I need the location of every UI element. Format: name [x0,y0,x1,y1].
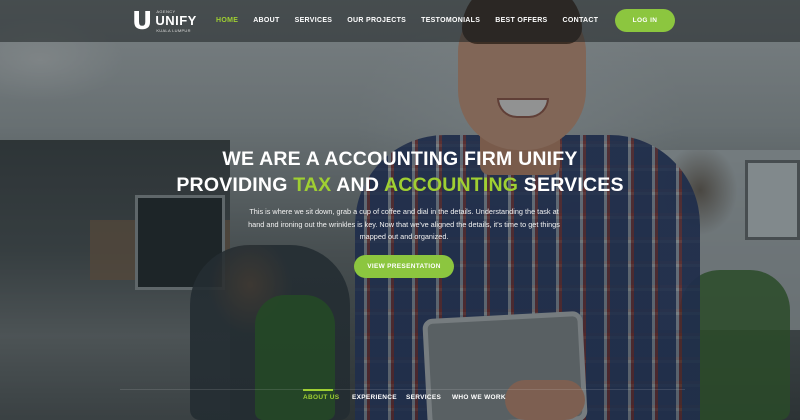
hero-accent-tax: TAX [293,174,332,196]
hero-description: This is where we sit down, grab a cup of… [248,207,560,241]
bottom-tabs: ABOUT US EXPERIENCE SERVICES WHO WE WORK [0,394,800,406]
hero-title: WE ARE A ACCOUNTING FIRM UNIFY PROVIDING… [0,146,800,198]
logo-city: KUALA LUMPUR [156,28,191,33]
login-button[interactable]: LOG IN [615,9,675,32]
hero-accent-accounting: ACCOUNTING [384,174,519,196]
bottom-tabs-divider [120,389,685,390]
nav-item-our-projects[interactable]: OUR PROJECTS [347,17,406,24]
tab-about-us[interactable]: ABOUT US [303,394,339,401]
tab-experience[interactable]: EXPERIENCE [352,394,397,401]
nav-item-services[interactable]: SERVICES [295,17,333,24]
tab-services[interactable]: SERVICES [406,394,441,401]
nav-item-home[interactable]: HOME [216,17,238,24]
nav-item-about[interactable]: ABOUT [253,17,279,24]
tab-who-we-work[interactable]: WHO WE WORK [452,394,506,401]
hero-title-line2-prefix: PROVIDING [176,174,294,196]
site-header: U AGENCY UNIFY KUALA LUMPUR HOME ABOUT S… [0,0,800,42]
nav-item-best-offers[interactable]: BEST OFFERS [495,17,547,24]
nav-item-testomonials[interactable]: TESTOMONIALS [421,17,480,24]
main-nav: HOME ABOUT SERVICES OUR PROJECTS TESTOMO… [216,17,598,24]
logo-letter: U [132,6,153,35]
view-presentation-button[interactable]: VIEW PRESENTATION [354,255,454,278]
hero-title-line1: WE ARE A ACCOUNTING FIRM UNIFY [222,148,578,170]
logo-name: UNIFY [155,13,197,28]
hero-title-line2-suffix: SERVICES [518,174,624,196]
nav-item-contact[interactable]: CONTACT [563,17,599,24]
hero-title-line2-mid: AND [331,174,384,196]
brand-logo[interactable]: U AGENCY UNIFY KUALA LUMPUR [132,6,196,35]
hero-title-line2: PROVIDING TAX AND ACCOUNTING SERVICES [0,172,800,198]
active-tab-indicator [303,389,333,391]
